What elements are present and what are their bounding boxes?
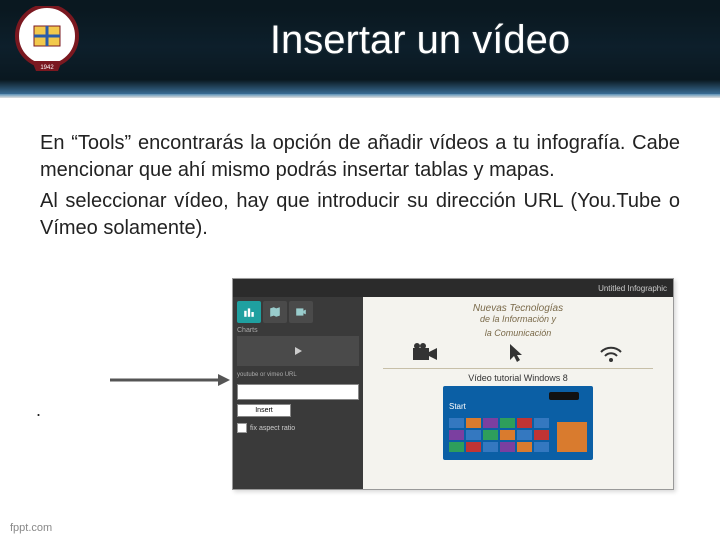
start-tiles xyxy=(449,418,549,452)
start-label: Start xyxy=(449,402,466,411)
video-preview[interactable] xyxy=(237,336,359,366)
footer-credit: fppt.com xyxy=(10,522,52,534)
titlebar-right: Untitled Infographic xyxy=(598,284,667,293)
url-label: youtube or vimeo URL xyxy=(233,372,363,378)
aspect-ratio-checkbox[interactable]: fix aspect ratio xyxy=(237,423,359,433)
canvas-heading-2: de la Información y xyxy=(369,314,667,324)
divider xyxy=(383,368,653,369)
url-input[interactable] xyxy=(237,384,359,400)
cursor-icon xyxy=(504,342,532,364)
side-tile xyxy=(557,422,587,452)
screenshot-titlebar: Untitled Infographic xyxy=(233,279,673,297)
arrow-icon xyxy=(110,370,230,390)
map-tab-icon[interactable] xyxy=(263,301,287,323)
header-bar: 1942 Insertar un vídeo xyxy=(0,0,720,94)
paragraph-1: En “Tools” encontrarás la opción de añad… xyxy=(40,130,680,184)
university-logo: 1942 xyxy=(14,6,80,78)
infographic-canvas: Nuevas Tecnologías de la Información y l… xyxy=(363,297,673,489)
chart-tab-icon[interactable] xyxy=(237,301,261,323)
tab-label: Charts xyxy=(233,327,363,334)
slide-title: Insertar un vídeo xyxy=(160,18,680,63)
camera-icon xyxy=(411,342,439,364)
windows-start-screen: Start xyxy=(443,386,593,460)
svg-text:1942: 1942 xyxy=(40,65,54,71)
checkbox-icon xyxy=(237,423,247,433)
video-tutorial-label: Vídeo tutorial Windows 8 xyxy=(369,373,667,383)
stray-dot: . xyxy=(36,400,41,421)
tools-panel: Charts youtube or vimeo URL Insert fix a… xyxy=(233,297,363,489)
icon-row xyxy=(379,342,657,364)
tool-tabs xyxy=(233,297,363,327)
video-tab-icon[interactable] xyxy=(289,301,313,323)
wifi-icon xyxy=(597,342,625,364)
insert-button[interactable]: Insert xyxy=(237,404,291,417)
paragraph-2: Al seleccionar vídeo, hay que introducir… xyxy=(40,188,680,242)
canvas-heading-1: Nuevas Tecnologías xyxy=(369,303,667,314)
screenshot-body: Charts youtube or vimeo URL Insert fix a… xyxy=(233,297,673,489)
slide: 1942 Insertar un vídeo En “Tools” encont… xyxy=(0,0,720,540)
canvas-heading-3: la Comunicación xyxy=(369,328,667,338)
body-text: En “Tools” encontrarás la opción de añad… xyxy=(40,130,680,246)
embedded-screenshot: Untitled Infographic Charts xyxy=(232,278,674,490)
kinect-icon xyxy=(549,392,579,400)
